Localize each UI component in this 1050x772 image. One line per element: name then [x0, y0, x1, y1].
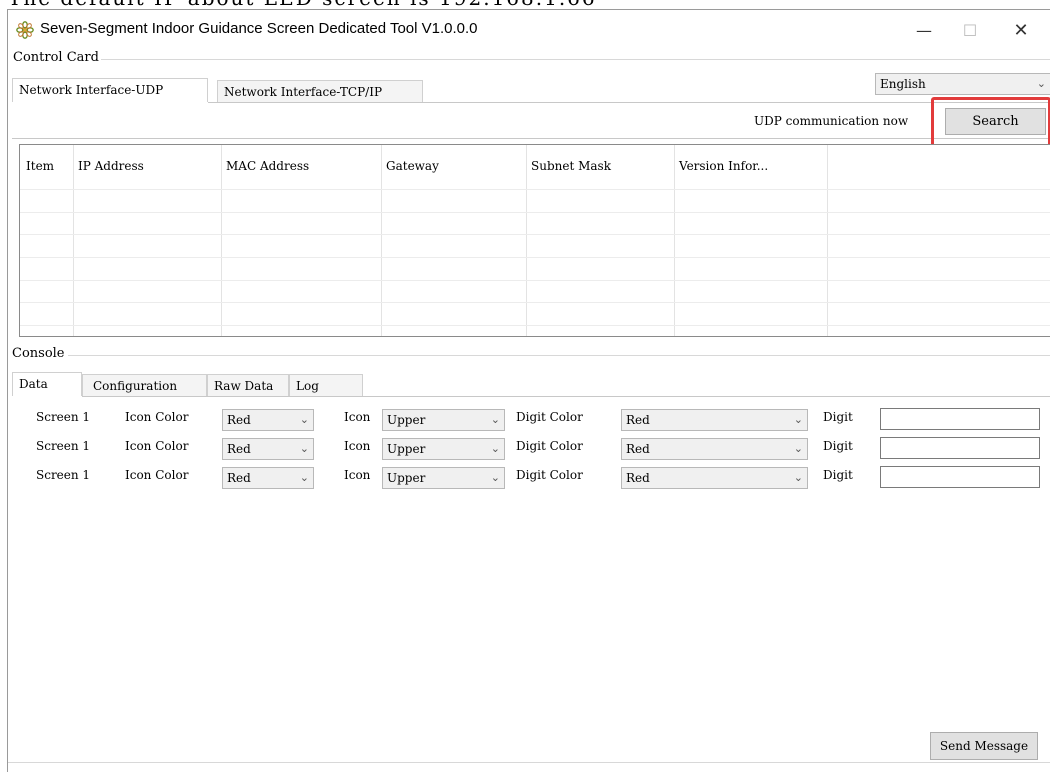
table-row: [20, 325, 1050, 326]
icon-value: Upper: [387, 442, 426, 456]
icon-color-label: Icon Color: [125, 410, 189, 424]
console-group-border: [68, 355, 1050, 356]
chevron-down-icon: ⌄: [793, 442, 803, 455]
tab-network-udp[interactable]: Network Interface-UDP: [12, 78, 208, 102]
icon-label: Icon: [344, 439, 371, 453]
table-row: [20, 189, 1050, 190]
column-header-ip-address[interactable]: IP Address: [78, 159, 144, 173]
language-select[interactable]: English ⌄: [875, 73, 1050, 95]
send-message-button[interactable]: Send Message: [930, 732, 1038, 760]
close-button[interactable]: ✕: [998, 10, 1044, 50]
digit-input[interactable]: [880, 437, 1040, 459]
digit-color-select[interactable]: Red ⌄: [621, 467, 808, 489]
tab-strip-line: [208, 102, 1050, 103]
digit-input[interactable]: [880, 466, 1040, 488]
language-value: English: [880, 77, 926, 91]
table-row: [20, 257, 1050, 258]
column-header-version-info[interactable]: Version Infor...: [679, 159, 768, 173]
icon-select[interactable]: Upper ⌄: [382, 467, 505, 489]
icon-color-value: Red: [227, 413, 251, 427]
tab-data[interactable]: Data: [12, 372, 82, 396]
digit-label: Digit: [823, 468, 853, 482]
udp-status-text: UDP communication now: [754, 114, 909, 128]
title-bar: Seven-Segment Indoor Guidance Screen Ded…: [8, 10, 1050, 50]
chevron-down-icon: ⌄: [1036, 77, 1046, 90]
control-card-group-label: Control Card: [13, 50, 101, 65]
icon-label: Icon: [344, 410, 371, 424]
tab-log[interactable]: Log: [289, 374, 363, 396]
table-row: [20, 302, 1050, 303]
table-row: [20, 280, 1050, 281]
chevron-down-icon: ⌄: [299, 413, 309, 426]
chevron-down-icon: ⌄: [490, 442, 500, 455]
digit-input[interactable]: [880, 408, 1040, 430]
column-header-item[interactable]: Item: [26, 159, 54, 173]
chevron-down-icon: ⌄: [299, 471, 309, 484]
digit-color-value: Red: [626, 442, 650, 456]
icon-color-value: Red: [227, 442, 251, 456]
column-header-subnet-mask[interactable]: Subnet Mask: [531, 159, 611, 173]
tab-panel-bottom: [12, 138, 1050, 139]
icon-select[interactable]: Upper ⌄: [382, 409, 505, 431]
chevron-down-icon: ⌄: [490, 413, 500, 426]
window-bottom-edge: [8, 762, 1050, 763]
digit-color-value: Red: [626, 471, 650, 485]
icon-value: Upper: [387, 471, 426, 485]
maximize-button[interactable]: ☐: [947, 10, 993, 50]
tab-network-tcpip[interactable]: Network Interface-TCP/IP: [217, 80, 423, 102]
device-table: Item IP Address MAC Address Gateway Subn…: [19, 144, 1050, 337]
table-row: [20, 234, 1050, 235]
app-window: Seven-Segment Indoor Guidance Screen Ded…: [7, 9, 1050, 772]
tab-configuration[interactable]: Configuration: [82, 374, 207, 396]
window-title: Seven-Segment Indoor Guidance Screen Ded…: [40, 20, 478, 37]
icon-color-select[interactable]: Red ⌄: [222, 409, 314, 431]
minimize-button[interactable]: —: [901, 10, 947, 50]
chevron-down-icon: ⌄: [793, 413, 803, 426]
digit-color-label: Digit Color: [516, 468, 583, 482]
app-flower-icon: [16, 21, 34, 39]
icon-color-select[interactable]: Red ⌄: [222, 467, 314, 489]
digit-label: Digit: [823, 410, 853, 424]
screen-label: Screen 1: [36, 410, 91, 424]
chevron-down-icon: ⌄: [793, 471, 803, 484]
column-header-gateway[interactable]: Gateway: [386, 159, 439, 173]
icon-color-label: Icon Color: [125, 468, 189, 482]
icon-value: Upper: [387, 413, 426, 427]
table-row: [20, 212, 1050, 213]
icon-label: Icon: [344, 468, 371, 482]
icon-color-select[interactable]: Red ⌄: [222, 438, 314, 460]
digit-label: Digit: [823, 439, 853, 453]
icon-color-value: Red: [227, 471, 251, 485]
digit-color-select[interactable]: Red ⌄: [621, 438, 808, 460]
digit-color-value: Red: [626, 413, 650, 427]
tab-raw-data[interactable]: Raw Data: [207, 374, 289, 396]
digit-color-select[interactable]: Red ⌄: [621, 409, 808, 431]
console-tab-strip-line: [82, 396, 1050, 397]
chevron-down-icon: ⌄: [299, 442, 309, 455]
screen-label: Screen 1: [36, 439, 91, 453]
icon-select[interactable]: Upper ⌄: [382, 438, 505, 460]
digit-color-label: Digit Color: [516, 410, 583, 424]
column-header-mac-address[interactable]: MAC Address: [226, 159, 309, 173]
chevron-down-icon: ⌄: [490, 471, 500, 484]
icon-color-label: Icon Color: [125, 439, 189, 453]
screen-label: Screen 1: [36, 468, 91, 482]
console-group-label: Console: [12, 346, 67, 361]
digit-color-label: Digit Color: [516, 439, 583, 453]
control-card-group-border: [82, 59, 1050, 60]
